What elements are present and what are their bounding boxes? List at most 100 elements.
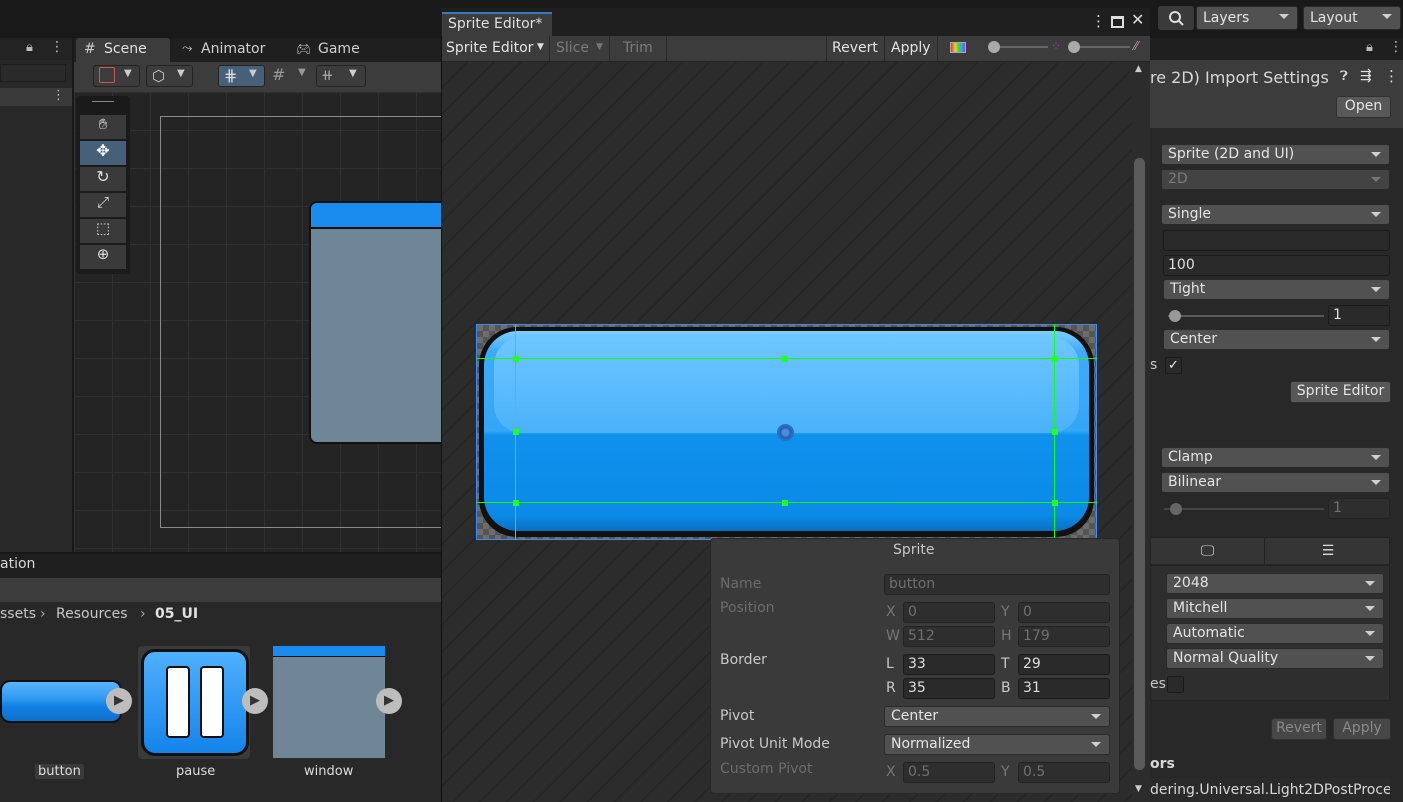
lock-icon[interactable]: 🔒︎ <box>1366 40 1373 55</box>
expand-arrow-icon[interactable]: ▶ <box>376 688 402 714</box>
custom-pivot-x-field: 0.5 <box>903 762 995 783</box>
kebab-menu-icon[interactable]: ⋮ <box>1389 39 1403 55</box>
crunch-compression-checkbox[interactable] <box>1167 676 1184 693</box>
max-size-dropdown[interactable]: 2048 <box>1166 573 1384 594</box>
kebab-menu-icon[interactable]: ⋮ <box>1091 12 1106 30</box>
pivot-dropdown[interactable]: Center <box>884 706 1110 727</box>
texture-type-dropdown[interactable]: Sprite (2D and UI) <box>1161 144 1390 165</box>
hand-tool-button[interactable]: ✋︎ <box>80 115 126 139</box>
format-dropdown[interactable]: Automatic <box>1166 623 1384 644</box>
border-b-field[interactable]: 31 <box>1018 678 1110 699</box>
pivot-label: Pivot <box>720 708 755 724</box>
pos-x-label: X <box>886 604 896 620</box>
kebab-menu-icon[interactable]: ⋮ <box>1384 67 1399 85</box>
resize-algorithm-dropdown[interactable]: Mitchell <box>1166 598 1384 619</box>
generate-physics-checkbox[interactable]: ✓ <box>1165 357 1182 374</box>
grid-snap-toggle[interactable]: ⋕ ▼ <box>218 65 265 87</box>
color-channel-toggle[interactable] <box>950 42 966 53</box>
layout-dropdown[interactable]: Layout <box>1303 6 1401 30</box>
lock-icon[interactable]: 🔒︎ <box>26 40 33 55</box>
sprite-editor-tab[interactable]: Sprite Editor* <box>442 12 552 36</box>
border-handle[interactable] <box>782 356 788 362</box>
breadcrumb-resources[interactable]: Resources <box>56 606 128 622</box>
asset-button[interactable]: ▶ button <box>0 640 132 785</box>
move-tool-button[interactable]: ✥ <box>80 141 126 165</box>
scene-window-object[interactable] <box>309 201 449 444</box>
scroll-up-icon[interactable]: ▲ <box>1135 64 1142 74</box>
slice-dropdown[interactable]: Slice ▼ <box>551 36 610 61</box>
close-icon[interactable]: ✕ <box>1131 10 1144 29</box>
inspector-apply-button[interactable]: Apply <box>1333 718 1391 740</box>
maximize-icon[interactable] <box>1111 16 1124 28</box>
inspector-footer-header: ors <box>1150 756 1175 772</box>
wrap-mode-dropdown[interactable]: Clamp <box>1161 447 1390 468</box>
extrude-edges-input[interactable]: 1 <box>1328 305 1390 326</box>
border-t-field[interactable]: 29 <box>1018 654 1110 675</box>
preset-icon[interactable]: ⇶ <box>1360 68 1372 84</box>
extrude-edges-slider[interactable] <box>1168 310 1324 322</box>
increment-snap-dropdown[interactable]: ⧺ ▼ <box>316 65 366 87</box>
border-handle[interactable] <box>513 500 519 506</box>
pivot-unit-mode-dropdown[interactable]: Normalized <box>884 734 1110 755</box>
inspector-revert-button[interactable]: Revert <box>1271 718 1327 740</box>
border-l-field[interactable]: 33 <box>903 654 995 675</box>
draw-mode-dropdown[interactable]: ▼ <box>93 65 140 87</box>
kebab-menu-icon[interactable]: ⋮ <box>50 39 64 55</box>
sprite-editor-button[interactable]: Sprite Editor <box>1290 381 1391 403</box>
packing-tag-input[interactable] <box>1163 230 1390 251</box>
tab-standalone-platform[interactable]: ☰ <box>1266 538 1390 564</box>
border-handle[interactable] <box>513 356 519 362</box>
rect-tool-button[interactable]: ⬚ <box>80 219 126 243</box>
tab-animator[interactable]: ⤳ Animator <box>182 38 282 62</box>
border-handle[interactable] <box>513 429 519 435</box>
expand-arrow-icon[interactable]: ▶ <box>106 688 132 714</box>
trim-button[interactable]: Trim <box>611 36 667 61</box>
asset-pause-label: pause <box>176 764 216 779</box>
sprite-mode-dropdown[interactable]: Single <box>1161 204 1390 225</box>
slider-thumb[interactable] <box>1068 41 1080 53</box>
tab-scene[interactable]: # Scene <box>76 38 170 62</box>
tab-game[interactable]: 🎮︎ Game <box>296 38 376 62</box>
breadcrumb-assets[interactable]: ssets <box>0 606 36 622</box>
border-r-field[interactable]: 35 <box>903 678 995 699</box>
compression-dropdown[interactable]: Normal Quality <box>1166 648 1384 669</box>
slider-thumb[interactable] <box>988 41 1000 53</box>
expand-arrow-icon[interactable]: ▶ <box>242 688 268 714</box>
border-handle[interactable] <box>1052 356 1058 362</box>
transform-tool-button[interactable]: ⊕ <box>80 245 126 269</box>
border-handle[interactable] <box>1052 429 1058 435</box>
asset-window[interactable]: ▶ window <box>270 640 405 785</box>
inspector-footer-text: dering.Universal.Light2DPostProce <box>1150 782 1390 798</box>
scroll-down-icon[interactable]: ▼ <box>1135 784 1142 794</box>
layers-dropdown[interactable]: Layers <box>1196 6 1298 30</box>
scroll-thumb[interactable] <box>1134 158 1145 770</box>
editor-mode-dropdown[interactable]: Sprite Editor ▼ <box>442 36 550 61</box>
pivot-dropdown-inspector[interactable]: Center <box>1163 329 1390 350</box>
asset-pause[interactable]: ▶ pause <box>136 640 268 785</box>
canvas-vertical-scrollbar[interactable]: ▲ ▼ <box>1132 62 1150 802</box>
shading-dropdown[interactable]: ⬡ ▼ <box>146 65 193 87</box>
filter-mode-dropdown[interactable]: Bilinear <box>1161 472 1390 493</box>
slider-thumb[interactable] <box>1169 310 1181 322</box>
kebab-menu-icon[interactable]: ⋮ <box>52 88 65 103</box>
zoom-slider[interactable] <box>988 41 1048 53</box>
apply-button[interactable]: Apply <box>884 36 938 61</box>
grid-visibility-dropdown[interactable]: # ▼ <box>270 65 313 87</box>
mip-level-slider[interactable] <box>1068 41 1130 53</box>
tab-default-platform[interactable]: 🖵 <box>1151 538 1265 564</box>
alpha-toggle-icon[interactable]: ⁄⁄ <box>1134 39 1138 53</box>
border-handle[interactable] <box>782 500 788 506</box>
custom-pivot-label: Custom Pivot <box>720 761 813 777</box>
rotate-tool-button[interactable]: ↻ <box>80 167 126 191</box>
border-handle[interactable] <box>1052 500 1058 506</box>
breadcrumb-05-ui[interactable]: 05_UI <box>155 606 198 622</box>
revert-button[interactable]: Revert <box>826 36 884 61</box>
help-icon[interactable]: ❓︎ <box>1340 69 1348 84</box>
search-button[interactable] <box>1158 6 1194 30</box>
pixels-per-unit-input[interactable]: 100 <box>1163 255 1390 276</box>
scale-tool-button[interactable]: ⤢ <box>80 193 126 217</box>
mesh-type-dropdown[interactable]: Tight <box>1163 279 1390 300</box>
open-button[interactable]: Open <box>1336 96 1391 118</box>
pivot-handle[interactable] <box>777 424 794 441</box>
hierarchy-search-input[interactable] <box>0 64 66 82</box>
